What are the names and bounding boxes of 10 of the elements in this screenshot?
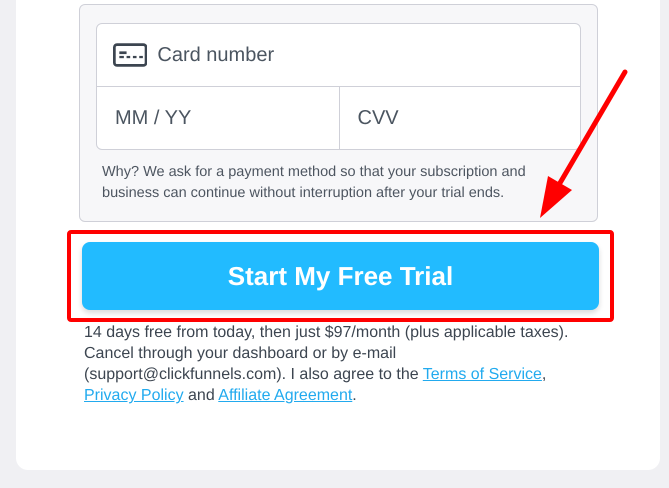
card-number-field[interactable]: Card number: [155, 39, 564, 71]
terms-text: 14 days free from today, then just $97/month (plus applicable taxes). Cancel through your dashboard or by e-mail (support@clickfunnels.com). I also agree to the Terms of Service, Privacy Policy and Affiliate Agreement.: [84, 323, 570, 406]
cvv-field[interactable]: CVV: [356, 102, 564, 134]
credit-card-icon: [113, 42, 148, 68]
terms-link[interactable]: Privacy Policy: [84, 387, 184, 404]
terms-link[interactable]: Affiliate Agreement: [218, 387, 352, 404]
payment-note: Why? We ask for a payment method so that your subscription and business can continue without interruption after your trial ends.: [102, 163, 527, 203]
terms-link[interactable]: Terms of Service: [422, 366, 542, 384]
start-trial-button[interactable]: Start My Free Trial: [82, 242, 599, 310]
expiry-field[interactable]: MM / YY: [113, 102, 322, 134]
